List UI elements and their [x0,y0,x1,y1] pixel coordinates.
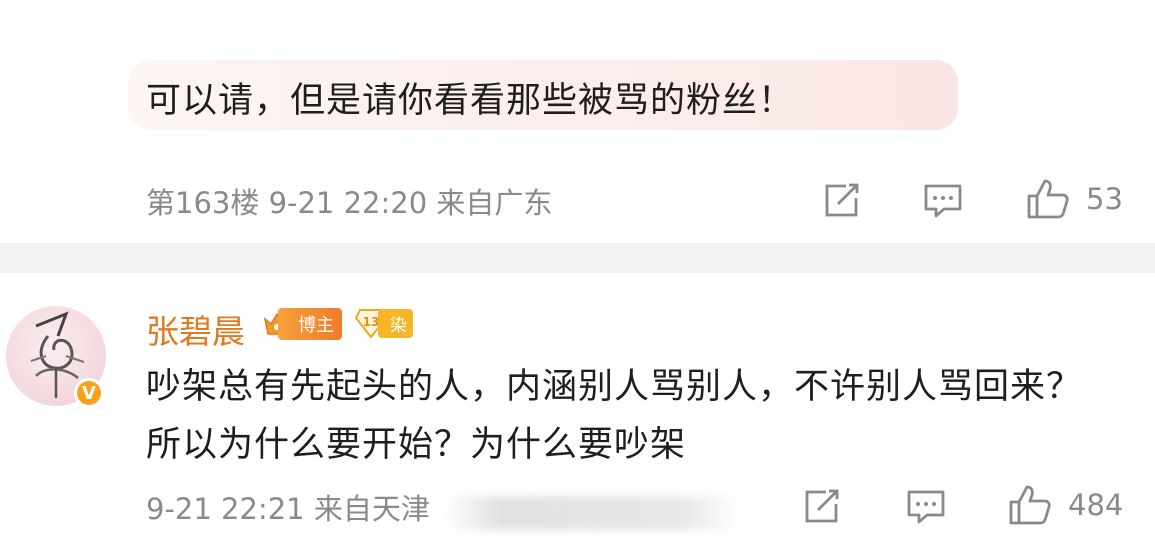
username[interactable]: 张碧晨 [146,305,245,353]
like-button[interactable]: 484 [1008,484,1123,526]
comment-button[interactable] [922,182,964,220]
comment-icon [924,184,962,218]
share-icon [825,183,859,217]
blogger-badge-label: 博主 [278,308,342,340]
comment-quote-text: 可以请，但是请你看看那些被骂的粉丝！ [146,81,795,121]
fan-level: 13 [363,315,380,329]
like-button[interactable]: 53 [1026,178,1123,220]
divider [0,243,1155,273]
comment-meta: 9-21 22:21 来自天津 [146,492,430,526]
blurred-region [442,496,742,530]
share-icon [805,489,839,523]
like-count: 53 [1086,182,1123,216]
share-button[interactable] [822,182,862,220]
comment-button[interactable] [905,488,947,526]
blogger-badge: 博主 [262,308,342,340]
fan-badge-label: 染 [378,308,413,338]
like-icon [1009,485,1051,525]
like-icon [1027,179,1069,219]
share-button[interactable] [802,488,842,526]
comment-icon [907,490,945,524]
comment-meta: 第163楼 9-21 22:20 来自广东 [146,186,553,220]
comment-text: 吵架总有先起头的人，内涵别人骂别人，不许别人骂回来？所以为什么要开始？为什么要吵… [146,367,1083,465]
comment-floor-163: 可以请，但是请你看看那些被骂的粉丝！ 第163楼 9-21 22:20 来自广东… [0,0,1155,243]
verified-icon: V [74,378,104,408]
fan-level-badge: 13 染 [354,306,413,340]
like-count: 484 [1068,488,1124,522]
